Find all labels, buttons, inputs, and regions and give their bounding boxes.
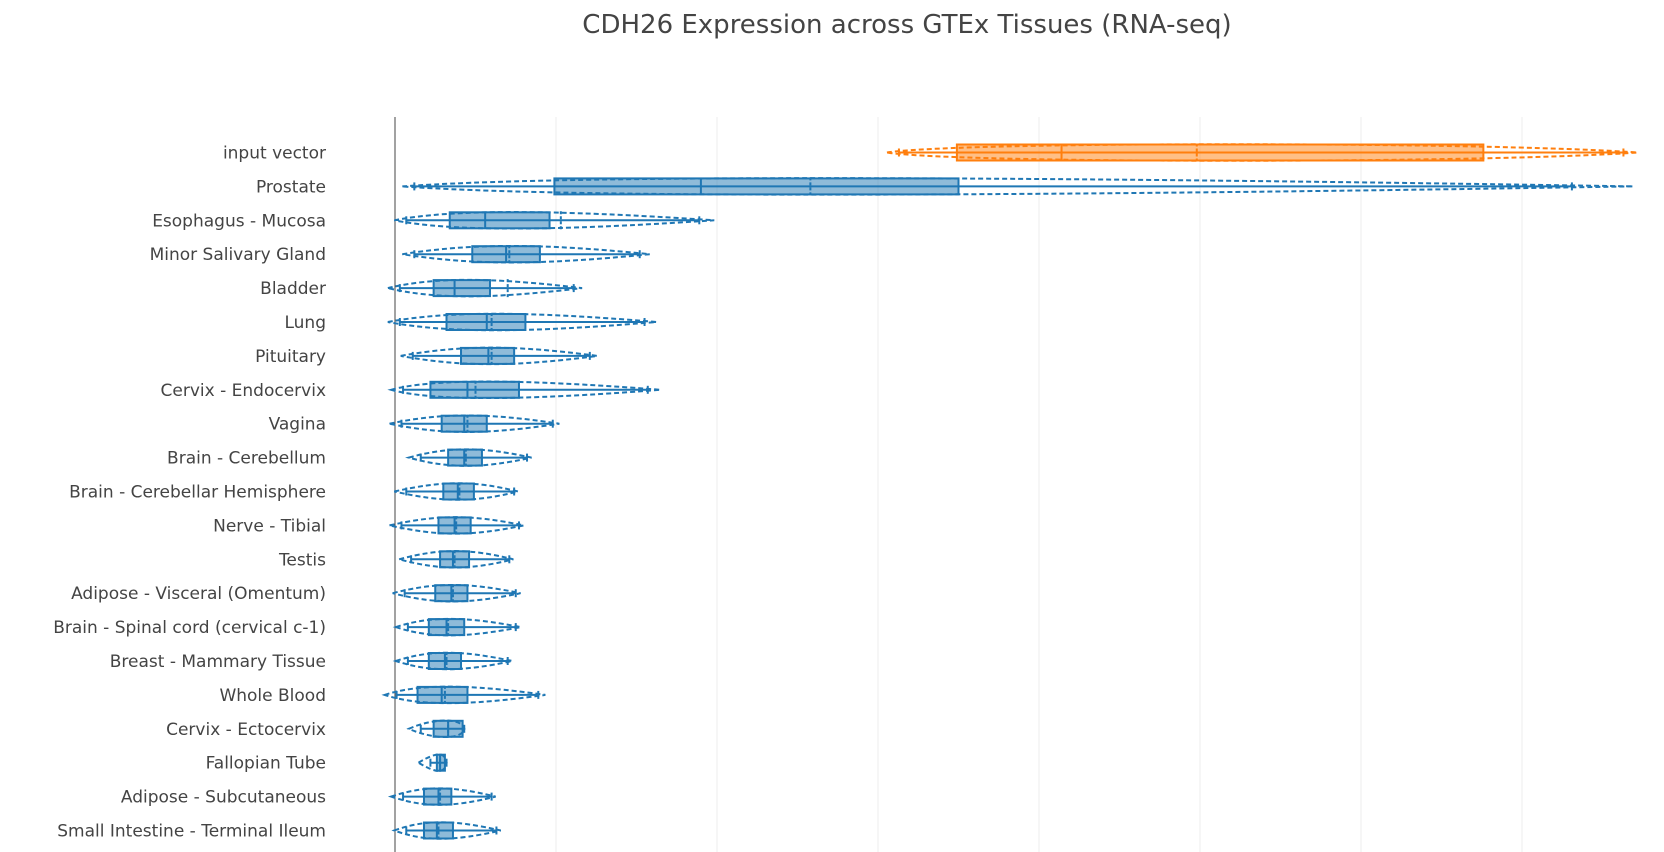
iqr-box — [432, 279, 491, 298]
category-label: Bladder — [260, 279, 326, 299]
box-1 — [402, 177, 1634, 196]
iqr-box — [448, 211, 551, 230]
box-0 — [886, 143, 1638, 162]
box-18 — [416, 753, 448, 772]
box-16 — [381, 685, 546, 705]
box-7 — [387, 380, 661, 400]
box-10 — [394, 482, 519, 501]
category-label: Cervix - Ectocervix — [166, 720, 326, 740]
box-19 — [387, 787, 496, 806]
category-label: Fallopian Tube — [206, 754, 326, 774]
category-label: Brain - Spinal cord (cervical c-1) — [53, 618, 326, 638]
category-label: Whole Blood — [219, 686, 326, 706]
box-9 — [405, 448, 532, 467]
category-label: Small Intestine - Terminal Ileum — [57, 822, 326, 842]
category-label: Prostate — [256, 177, 326, 197]
box-14 — [392, 617, 522, 637]
iqr-box — [955, 143, 1485, 162]
iqr-box — [422, 821, 454, 840]
box-3 — [402, 244, 650, 264]
box-2 — [394, 211, 715, 230]
box-20 — [391, 821, 502, 840]
category-label: Brain - Cerebellar Hemisphere — [69, 483, 326, 503]
category-label: Adipose - Visceral (Omentum) — [71, 584, 326, 604]
category-label: Brain - Cerebellum — [167, 449, 326, 469]
category-label: Adipose - Subcutaneous — [121, 788, 326, 808]
category-label: Testis — [278, 550, 326, 570]
box-11 — [389, 516, 525, 535]
box-plot: input vector Prostate Esophagus - Mucosa Mi… — [53, 117, 1638, 852]
box-6 — [400, 346, 598, 366]
box-4 — [387, 278, 583, 298]
iqr-box — [429, 380, 520, 399]
iqr-box — [553, 177, 960, 196]
category-label: Pituitary — [255, 347, 326, 367]
box-17 — [406, 719, 466, 738]
category-label: Minor Salivary Gland — [150, 245, 326, 265]
box-8 — [389, 414, 560, 433]
category-label: Lung — [284, 313, 326, 333]
category-label: Vagina — [269, 415, 326, 435]
box-15 — [392, 651, 513, 671]
box-12 — [395, 550, 514, 569]
box-5 — [387, 312, 657, 332]
category-label: input vector — [223, 144, 326, 164]
category-label: Breast - Mammary Tissue — [110, 652, 326, 672]
iqr-box — [439, 550, 471, 569]
category-label: Esophagus - Mucosa — [152, 211, 326, 231]
box-13 — [392, 583, 521, 603]
category-label: Cervix - Endocervix — [161, 381, 326, 401]
category-label: Nerve - Tibial — [213, 516, 326, 536]
